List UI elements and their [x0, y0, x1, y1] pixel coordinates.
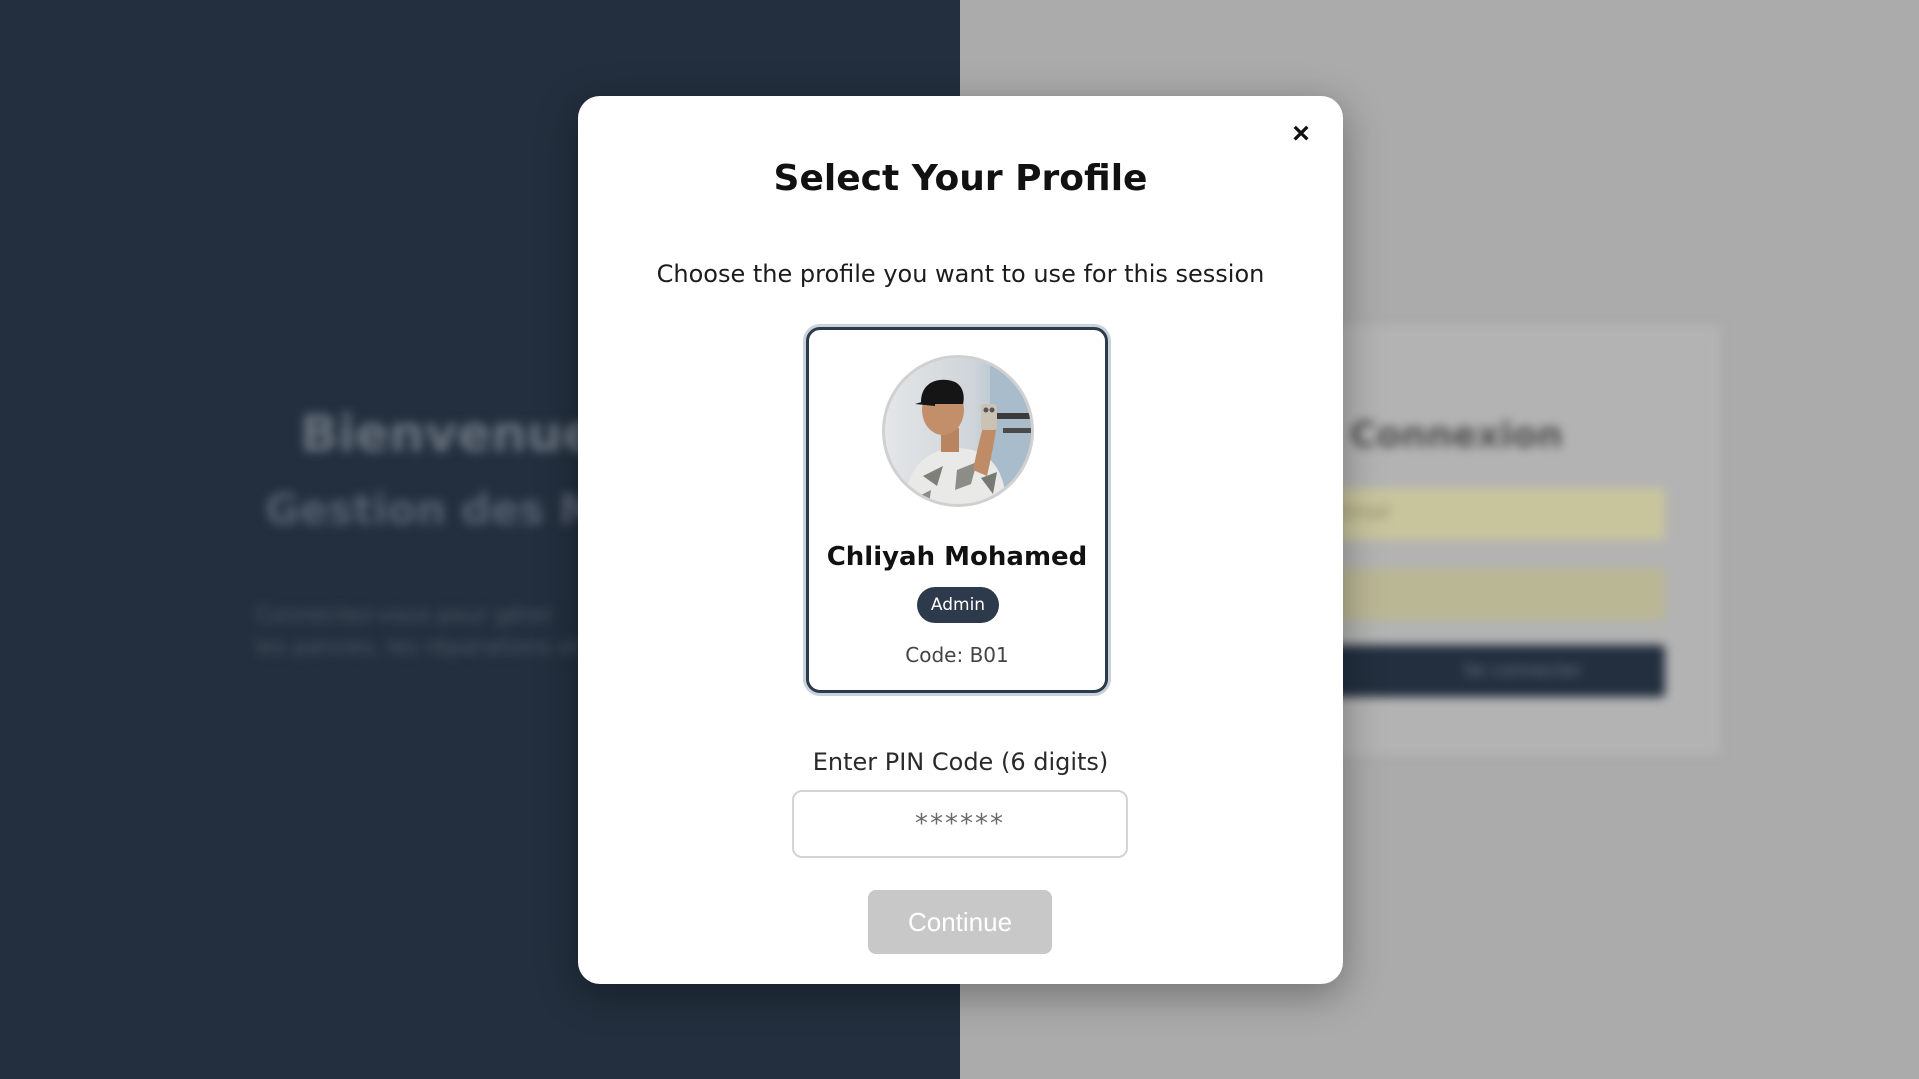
background-login-button-label: Se connecter — [1463, 660, 1582, 681]
modal-title: Select Your Profile — [773, 158, 1148, 199]
background-welcome-subtitle: Gestion des Ma — [265, 485, 630, 534]
modal-subtitle: Choose the profile you want to use for t… — [656, 260, 1265, 288]
pin-input[interactable] — [792, 790, 1128, 858]
background-welcome-line-2: les pannes, les réparations et — [255, 635, 581, 660]
profile-code: Code: B01 — [905, 643, 1009, 667]
background-password-field — [1300, 568, 1665, 620]
close-icon: × — [1292, 117, 1310, 150]
background-email-field: Email — [1300, 488, 1665, 540]
background-welcome-line-1: Connectez-vous pour gérer — [255, 603, 554, 628]
screen: Bienvenue Gestion des Ma Connectez-vous … — [0, 0, 1919, 1079]
profile-card[interactable]: Chliyah Mohamed Admin Code: B01 — [806, 327, 1108, 693]
background-login-button: Se connecter — [1300, 645, 1665, 697]
background-welcome-text: Connectez-vous pour gérer les pannes, le… — [255, 600, 580, 664]
background-email-placeholder: Email — [1340, 502, 1390, 523]
profile-name: Chliyah Mohamed — [826, 542, 1088, 572]
avatar — [882, 355, 1034, 507]
pin-label: Enter PIN Code (6 digits) — [812, 748, 1109, 776]
role-badge: Admin — [917, 587, 999, 623]
background-login-title: Connexion — [1350, 415, 1563, 456]
continue-button[interactable]: Continue — [868, 890, 1052, 954]
close-button[interactable]: × — [1281, 114, 1321, 154]
profile-select-modal: × Select Your Profile Choose the profile… — [578, 96, 1343, 984]
background-welcome-title: Bienvenue — [300, 405, 597, 463]
avatar-photo — [885, 358, 1031, 504]
